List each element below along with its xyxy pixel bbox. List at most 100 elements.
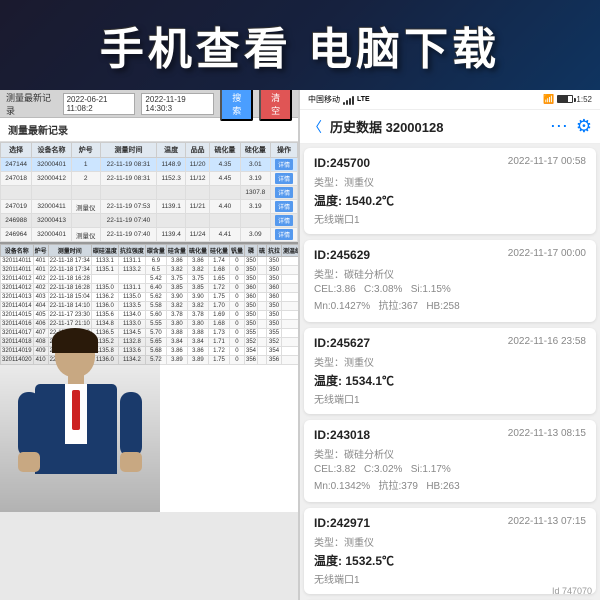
banner-title: 手机查看 电脑下载	[100, 13, 500, 77]
bottom-table-area: 设备名称 炉号 测量时间 碳硅温度 抗拉强度 碳含量 硅含量 硫化量 硅化量 钒…	[0, 242, 298, 512]
detail-btn[interactable]: 详情	[275, 215, 293, 226]
card-analysis-data: CEL:3.82 C:3.02% Si:1.17%	[314, 464, 586, 475]
col-temp: 温度	[157, 143, 186, 158]
card-port: 无线端口1	[314, 391, 586, 406]
wifi-icon: 📶	[543, 94, 554, 105]
statusbar-left: 中国移动 LTE	[308, 94, 370, 105]
phone-card-list[interactable]: ID:245700 2022-11-17 00:58 类型：测重仪 温度: 15…	[300, 144, 600, 600]
card-type: 类型：碳硅分析仪	[314, 446, 586, 461]
phone-statusbar: 中国移动 LTE 📶 1:52	[300, 90, 600, 110]
mobile-card-5[interactable]: ID:242971 2022-11-13 07:15 类型：测重仪 温度: 15…	[304, 508, 596, 594]
card-header: ID:245700 2022-11-17 00:58	[314, 156, 586, 170]
card-time: 2022-11-17 00:00	[508, 248, 586, 262]
card-temp: 温度: 1540.2℃	[314, 192, 586, 209]
pc-date-end[interactable]: 2022-11-19 14:30:3	[141, 93, 214, 115]
detail-btn[interactable]: 详情	[275, 159, 293, 170]
col-furnace: 炉号	[71, 143, 100, 158]
table-row[interactable]: 246964 32000401 测量仪 22-11-19 07:40 1139.…	[1, 228, 298, 242]
mobile-card-2[interactable]: ID:245629 2022-11-17 00:00 类型：碳硅分析仪 CEL:…	[304, 240, 596, 322]
clock: 1:52	[576, 95, 592, 104]
mobile-card-3[interactable]: ID:245627 2022-11-16 23:58 类型：测重仪 温度: 15…	[304, 328, 596, 414]
card-id: ID:245627	[314, 336, 370, 350]
card-id: ID:245700	[314, 156, 370, 170]
card-type: 类型：测重仪	[314, 534, 586, 549]
col-device: 设备名称	[32, 143, 72, 158]
col-select: 选择	[1, 143, 32, 158]
detail-btn[interactable]: 详情	[275, 201, 293, 212]
phone-navbar: 〈 历史数据 32000128 ⋯ ⚙	[300, 110, 600, 144]
pc-clear-btn[interactable]: 清空	[259, 90, 292, 121]
card-temp: 温度: 1532.5℃	[314, 552, 586, 569]
pc-section-title: 测量最新记录	[0, 118, 298, 142]
table-row[interactable]: 32011401240222-11-18 16:285.423.753.751.…	[1, 275, 299, 284]
card-extra-data: Mn:0.1427% 抗拉:367 HB:258	[314, 297, 586, 312]
table-row[interactable]: 246988 32000413 22-11-19 07:40 详情	[1, 214, 298, 228]
person-hand-right	[120, 452, 142, 472]
phone-carrier: 中国移动	[308, 94, 340, 105]
table-row[interactable]: 247018 32000412 2 22-11-19 08:31 1152.3 …	[1, 172, 298, 186]
detail-btn[interactable]: 详情	[275, 187, 293, 198]
phone-page-title: 历史数据 32000128	[330, 117, 542, 136]
content-area: 测量最新记录 2022-06-21 11:08:2 2022-11-19 14:…	[0, 90, 600, 600]
detail-btn[interactable]: 详情	[275, 173, 293, 184]
card-analysis-data: CEL:3.86 C:3.08% Si:1.15%	[314, 284, 586, 295]
id-tag: Id 747070	[552, 586, 592, 596]
photo-overlay	[0, 312, 160, 512]
battery-icon	[557, 95, 573, 105]
lte-icon: LTE	[357, 96, 370, 103]
table-row[interactable]: 32011401340322-11-18 15:041136.21135.05.…	[1, 293, 299, 302]
card-port: 无线端口1	[314, 571, 586, 586]
mobile-panel: 中国移动 LTE 📶 1:52 〈 历史数据 32000128	[300, 90, 600, 600]
card-header: ID:245627 2022-11-16 23:58	[314, 336, 586, 350]
card-header: ID:242971 2022-11-13 07:15	[314, 516, 586, 530]
table-row[interactable]: 247144 32000401 1 22-11-19 08:31 1148.9 …	[1, 158, 298, 172]
back-button[interactable]: 〈	[308, 117, 322, 137]
settings-button[interactable]: ⚙	[576, 116, 592, 137]
person-bg	[0, 312, 160, 512]
card-type: 类型：测重仪	[314, 174, 586, 189]
card-id: ID:243018	[314, 428, 370, 442]
card-time: 2022-11-16 23:58	[508, 336, 586, 350]
more-button[interactable]: ⋯	[550, 116, 568, 137]
col-action: 操作	[271, 143, 298, 158]
card-id: ID:245629	[314, 248, 370, 262]
card-time: 2022-11-13 08:15	[508, 428, 586, 442]
pc-toolbar-tab: 测量最新记录	[6, 91, 57, 117]
top-banner: 手机查看 电脑下载	[0, 0, 600, 90]
card-extra-data: Mn:0.1342% 抗拉:379 HB:263	[314, 477, 586, 492]
mobile-card-4[interactable]: ID:243018 2022-11-13 08:15 类型：碳硅分析仪 CEL:…	[304, 420, 596, 502]
col-sulfur: 硫化量	[210, 143, 240, 158]
table-row[interactable]: 32011401140122-11-18 17:341135.11133.26.…	[1, 266, 299, 275]
card-time: 2022-11-13 07:15	[508, 516, 586, 530]
table-row[interactable]: 32011401440422-11-18 14:101136.01133.55.…	[1, 302, 299, 311]
card-type: 类型：测重仪	[314, 354, 586, 369]
pc-main-table: 选择 设备名称 炉号 测量时间 温度 品品 硫化量 硅化量 操作	[0, 142, 298, 242]
card-header: ID:243018 2022-11-13 08:15	[314, 428, 586, 442]
person-hand-left	[18, 452, 40, 472]
card-time: 2022-11-17 00:58	[508, 156, 586, 170]
pc-date-start[interactable]: 2022-06-21 11:08:2	[63, 93, 136, 115]
statusbar-right: 📶 1:52	[543, 94, 592, 105]
pc-search-btn[interactable]: 搜索	[220, 90, 253, 121]
card-id: ID:242971	[314, 516, 370, 530]
table-row[interactable]: 32011401240222-11-18 16:281135.01131.16.…	[1, 284, 299, 293]
table-row[interactable]: 32011401140122-11-18 17:341133.11131.16.…	[1, 257, 299, 266]
person-tie	[72, 390, 80, 430]
person-arm-left	[18, 392, 40, 457]
pc-window: 测量最新记录 2022-06-21 11:08:2 2022-11-19 14:…	[0, 90, 298, 600]
card-port: 无线端口1	[314, 211, 586, 226]
detail-btn[interactable]: 详情	[275, 229, 293, 240]
card-type: 类型：碳硅分析仪	[314, 266, 586, 281]
card-temp: 温度: 1534.1℃	[314, 372, 586, 389]
pc-toolbar: 测量最新记录 2022-06-21 11:08:2 2022-11-19 14:…	[0, 90, 298, 118]
card-header: ID:245629 2022-11-17 00:00	[314, 248, 586, 262]
person-arm-right	[120, 392, 142, 457]
table-row[interactable]: 1307.8 详情	[1, 186, 298, 200]
pc-panel: 测量最新记录 2022-06-21 11:08:2 2022-11-19 14:…	[0, 90, 300, 600]
mobile-card-1[interactable]: ID:245700 2022-11-17 00:58 类型：测重仪 温度: 15…	[304, 148, 596, 234]
col-silicon: 硅化量	[240, 143, 270, 158]
signal-icon	[343, 95, 354, 105]
table-row[interactable]: 247019 32000411 测量仪 22-11-19 07:53 1139.…	[1, 200, 298, 214]
col-grade: 品品	[185, 143, 209, 158]
pc-table-area[interactable]: 选择 设备名称 炉号 测量时间 温度 品品 硫化量 硅化量 操作	[0, 142, 298, 242]
